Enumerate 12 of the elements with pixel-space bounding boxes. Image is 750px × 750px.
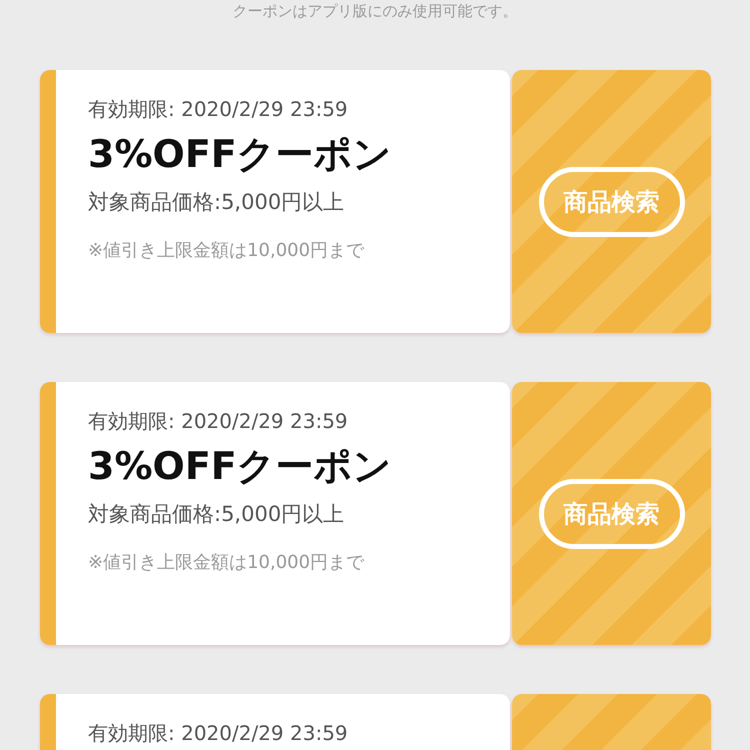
condition-text: 対象商品価格:5,000円以上 [88,189,344,216]
product-search-button[interactable]: 商品検索 [538,166,684,236]
expiry-text: 有効期限: 2020/2/29 23:59 [88,720,348,747]
expiry-text: 有効期限: 2020/2/29 23:59 [88,96,348,123]
coupon-title: 3%OFFクーポン [88,443,392,490]
expiry-text: 有効期限: 2020/2/29 23:59 [88,408,348,435]
condition-text: 対象商品価格:5,000円以上 [88,501,344,528]
notice-text: クーポンはアプリ版にのみ使用可能です。 [232,1,518,22]
coupon-title: 3%OFFクーポン [88,131,392,178]
product-search-button[interactable]: 商品検索 [538,478,684,548]
note-text: ※値引き上限金額は10,000円まで [88,239,364,262]
note-text: ※値引き上限金額は10,000円まで [88,551,364,574]
